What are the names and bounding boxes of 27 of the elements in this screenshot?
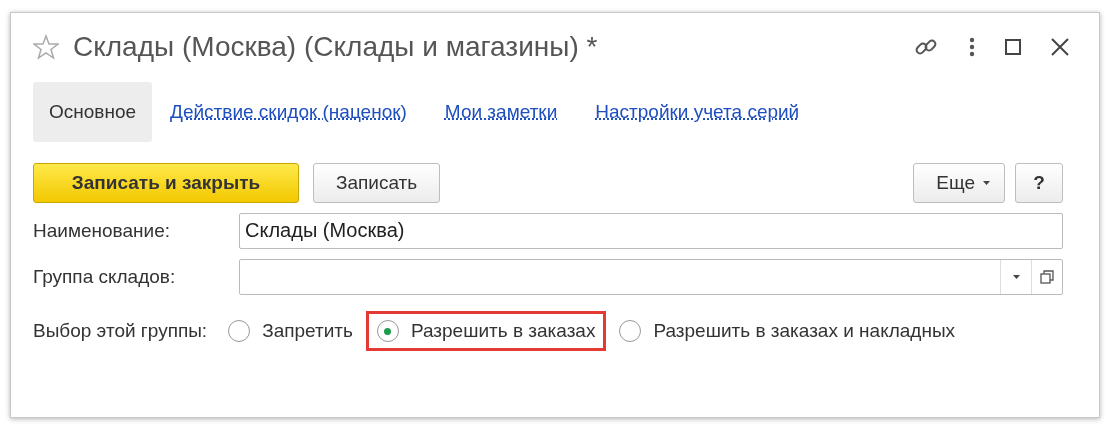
- star-icon[interactable]: [33, 34, 59, 60]
- field-label: Группа складов:: [33, 266, 177, 288]
- radio-button[interactable]: [228, 320, 251, 342]
- more-icon[interactable]: [969, 37, 975, 57]
- radio-button[interactable]: [619, 320, 642, 342]
- radio-label[interactable]: Разрешить в заказах и накладных: [653, 320, 956, 342]
- tab[interactable]: Основное: [33, 82, 153, 142]
- input-field[interactable]: Склады (Москва): [239, 213, 1063, 249]
- tab[interactable]: Действие скидок (наценок): [168, 101, 409, 123]
- dropdown-field[interactable]: [239, 259, 1063, 295]
- help-button[interactable]: ?: [1015, 163, 1063, 203]
- tab[interactable]: Мои заметки: [442, 101, 560, 123]
- caret-icon: [983, 181, 990, 185]
- radio-label[interactable]: Запретить: [262, 320, 353, 342]
- radio-label[interactable]: Разрешить в заказах: [410, 320, 596, 342]
- more-button[interactable]: Еще: [913, 163, 1005, 203]
- window-title: Склады (Москва) (Склады и магазины) *: [73, 31, 599, 63]
- close-icon[interactable]: [1051, 38, 1069, 56]
- maximize-icon[interactable]: [1005, 39, 1021, 55]
- save-button[interactable]: Записать: [313, 163, 441, 203]
- save-and-close-button[interactable]: Записать и закрыть: [33, 163, 299, 203]
- open-window-icon[interactable]: [1040, 270, 1054, 284]
- tab[interactable]: Настройки учета серий: [593, 101, 802, 123]
- field-label: Наименование:: [33, 220, 171, 242]
- field-label: Выбор этой группы:: [33, 320, 208, 342]
- radio-button[interactable]: [376, 320, 399, 342]
- caret-icon[interactable]: [1012, 275, 1020, 279]
